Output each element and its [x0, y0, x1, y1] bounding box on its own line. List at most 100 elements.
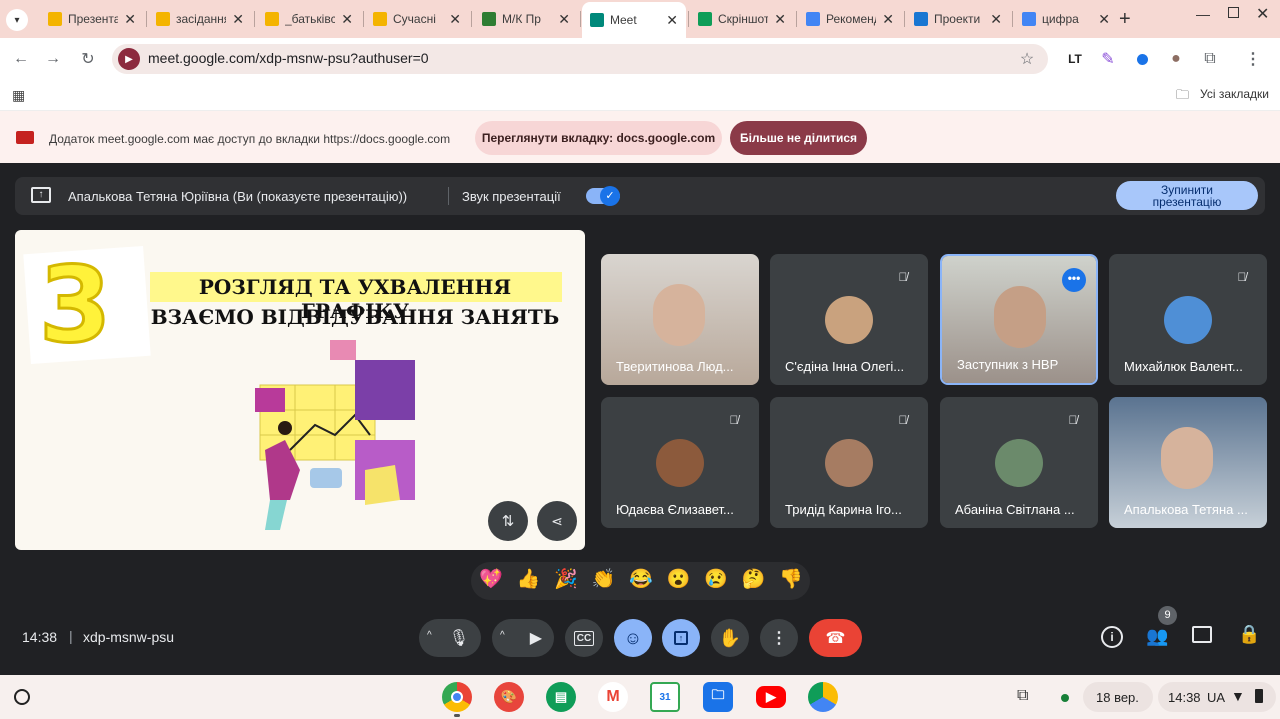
share-button[interactable]: ⋖	[537, 501, 577, 541]
slide-number: 3	[37, 243, 112, 368]
browser-tab[interactable]: Скріншот ✕	[690, 5, 794, 33]
tab-close-icon[interactable]: ✕	[558, 11, 570, 28]
participant-tile[interactable]: Апалькова Тетяна ...	[1109, 397, 1267, 528]
participant-name: С'єдіна Інна Олегі...	[785, 359, 905, 374]
tab-title: _батьківсь	[285, 12, 336, 26]
extension-pen-icon[interactable]: ✎	[1095, 46, 1121, 72]
reaction-emoji[interactable]: 💖	[479, 567, 503, 591]
info-icon[interactable]: i	[1101, 626, 1123, 648]
browser-tab[interactable]: Meet ✕	[582, 2, 686, 38]
tab-separator	[146, 11, 147, 27]
participant-tile[interactable]: 🎙̸ Юдаєва Єлизавет...	[601, 397, 759, 528]
camera-options-chevron-icon[interactable]: ^	[500, 630, 505, 641]
browser-tab[interactable]: _батьківсь ✕	[257, 5, 361, 33]
tab-separator	[796, 11, 797, 27]
view-tab-button[interactable]: Переглянути вкладку: docs.google.com	[475, 121, 722, 155]
chrome-icon[interactable]	[442, 682, 472, 712]
tab-search-button[interactable]: ▾	[6, 9, 28, 31]
tab-title: засідання	[176, 12, 227, 26]
calendar-icon[interactable]: 31	[650, 682, 680, 712]
participant-tile[interactable]: 🎙̸ Тридід Карина Іго...	[770, 397, 928, 528]
drive-icon[interactable]	[808, 682, 838, 712]
present-icon: ↑	[31, 187, 51, 203]
tab-close-icon[interactable]: ✕	[666, 12, 678, 29]
participant-figure	[1161, 427, 1213, 489]
extensions-puzzle-icon[interactable]: ⧉	[1197, 46, 1223, 72]
tab-close-icon[interactable]: ✕	[449, 11, 461, 28]
apps-grid-icon[interactable]: ▦	[12, 87, 25, 104]
palette-icon[interactable]: 🎨	[494, 682, 524, 712]
reaction-emoji[interactable]: 👏	[592, 567, 616, 591]
browser-tab[interactable]: засідання ✕	[148, 5, 252, 33]
participant-tile[interactable]: ••• Заступник з НВР	[940, 254, 1098, 385]
reaction-emoji[interactable]: 😂	[629, 567, 653, 591]
raise-hand-button[interactable]: ✋	[711, 619, 749, 657]
participant-tile[interactable]: 🎙̸ С'єдіна Інна Олегі...	[770, 254, 928, 385]
tab-close-icon[interactable]: ✕	[124, 11, 136, 28]
browser-tab[interactable]: М/К Пр ✕	[474, 5, 578, 33]
participant-tile[interactable]: Тверитинова Люд...	[601, 254, 759, 385]
muted-mic-icon: 🎙̸	[1237, 270, 1247, 284]
shelf-active-dot	[454, 714, 460, 717]
clipboard-icon[interactable]: ⧉	[1017, 687, 1028, 705]
reload-icon[interactable]: ↻	[75, 46, 101, 72]
tab-close-icon[interactable]: ✕	[882, 11, 894, 28]
bookmark-star-icon[interactable]: ☆	[1014, 46, 1040, 72]
more-options-button[interactable]: ⋮	[760, 619, 798, 657]
present-now-button[interactable]: ↑	[662, 619, 700, 657]
sharing-infobar: Додаток meet.google.com має доступ до вк…	[0, 110, 1280, 163]
all-bookmarks-link[interactable]: Усі закладки	[1200, 87, 1269, 101]
reaction-emoji[interactable]: 👎	[779, 567, 803, 591]
reaction-emoji[interactable]: 🤔	[742, 567, 766, 591]
tab-close-icon[interactable]: ✕	[341, 11, 353, 28]
browser-tab[interactable]: Сучасні ✕	[365, 5, 469, 33]
restore-icon[interactable]	[1228, 7, 1239, 18]
wifi-icon: ▼	[1231, 688, 1245, 704]
chat-icon[interactable]	[1192, 626, 1212, 643]
tab-favicon-icon	[48, 12, 62, 26]
launcher-icon[interactable]	[14, 689, 30, 705]
browser-tab[interactable]: цифра ✕	[1014, 5, 1118, 33]
reaction-emoji[interactable]: 😢	[704, 567, 728, 591]
browser-tab[interactable]: Проекти ✕	[906, 5, 1010, 33]
browser-menu-icon[interactable]: ⋮	[1240, 46, 1266, 72]
reaction-emoji[interactable]: 🎉	[554, 567, 578, 591]
tab-close-icon[interactable]: ✕	[232, 11, 244, 28]
participant-tile[interactable]: 🎙̸ Михайлюк Валент...	[1109, 254, 1267, 385]
forward-icon[interactable]: →	[40, 46, 66, 72]
youtube-icon[interactable]: ▶	[756, 686, 786, 708]
tile-more-options-icon[interactable]: •••	[1062, 268, 1086, 292]
presentation-audio-toggle[interactable]: ✓	[586, 186, 620, 206]
participant-name: Тридід Карина Іго...	[785, 502, 902, 517]
browser-tab[interactable]: Рекоменд ✕	[798, 5, 902, 33]
extension-owl-icon[interactable]: ●	[1163, 46, 1189, 72]
files-icon[interactable]: 🗀	[703, 682, 733, 712]
reactions-button[interactable]: ☺	[614, 619, 652, 657]
reaction-emoji[interactable]: 👍	[517, 567, 541, 591]
extension-lt-icon[interactable]: LT	[1062, 46, 1088, 72]
back-icon[interactable]: ←	[8, 46, 34, 72]
extension-dot-icon[interactable]	[1129, 46, 1155, 72]
tab-close-icon[interactable]: ✕	[774, 11, 786, 28]
captions-button[interactable]: CC	[565, 619, 603, 657]
close-window-icon[interactable]: ✕	[1256, 4, 1269, 24]
gmail-icon[interactable]: M	[598, 682, 628, 712]
reaction-emoji[interactable]: 😮	[667, 567, 691, 591]
tab-close-icon[interactable]: ✕	[1098, 11, 1110, 28]
swap-view-button[interactable]: ⇅	[488, 501, 528, 541]
classroom-icon[interactable]: ▤	[546, 682, 576, 712]
minimize-icon[interactable]: —	[1196, 6, 1210, 22]
tab-close-icon[interactable]: ✕	[990, 11, 1002, 28]
stop-presenting-button[interactable]: Зупинити презентацію	[1116, 181, 1258, 210]
tab-favicon-icon	[373, 12, 387, 26]
participant-tile[interactable]: 🎙̸ Абаніна Світлана ...	[940, 397, 1098, 528]
people-icon[interactable]: 👥	[1146, 626, 1168, 647]
stop-sharing-button[interactable]: Більше не ділитися	[730, 121, 867, 155]
new-tab-icon[interactable]: +	[1119, 8, 1131, 31]
mic-options-chevron-icon[interactable]: ^	[427, 630, 432, 641]
leave-call-button[interactable]: ☎	[809, 619, 862, 657]
host-controls-icon[interactable]: 🔒	[1238, 624, 1260, 645]
site-info-icon[interactable]: ▶	[118, 48, 140, 70]
browser-tab[interactable]: Презентаці ✕	[40, 5, 144, 33]
participant-name: Абаніна Світлана ...	[955, 502, 1075, 517]
